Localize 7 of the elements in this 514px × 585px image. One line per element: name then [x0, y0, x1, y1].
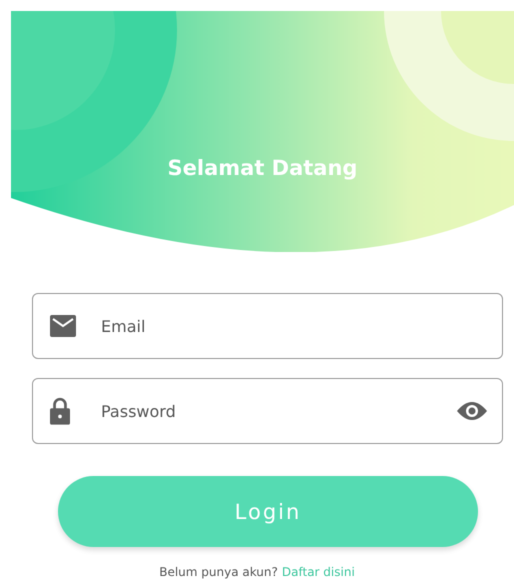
password-field[interactable]: Password — [32, 378, 503, 444]
login-button[interactable]: Login — [58, 476, 478, 547]
eye-icon[interactable] — [457, 401, 487, 421]
signup-link[interactable]: Daftar disini — [282, 565, 355, 579]
welcome-title: Selamat Datang — [168, 156, 358, 180]
signup-prompt: Belum punya akun? — [159, 565, 278, 579]
email-field[interactable]: Email — [32, 293, 503, 359]
